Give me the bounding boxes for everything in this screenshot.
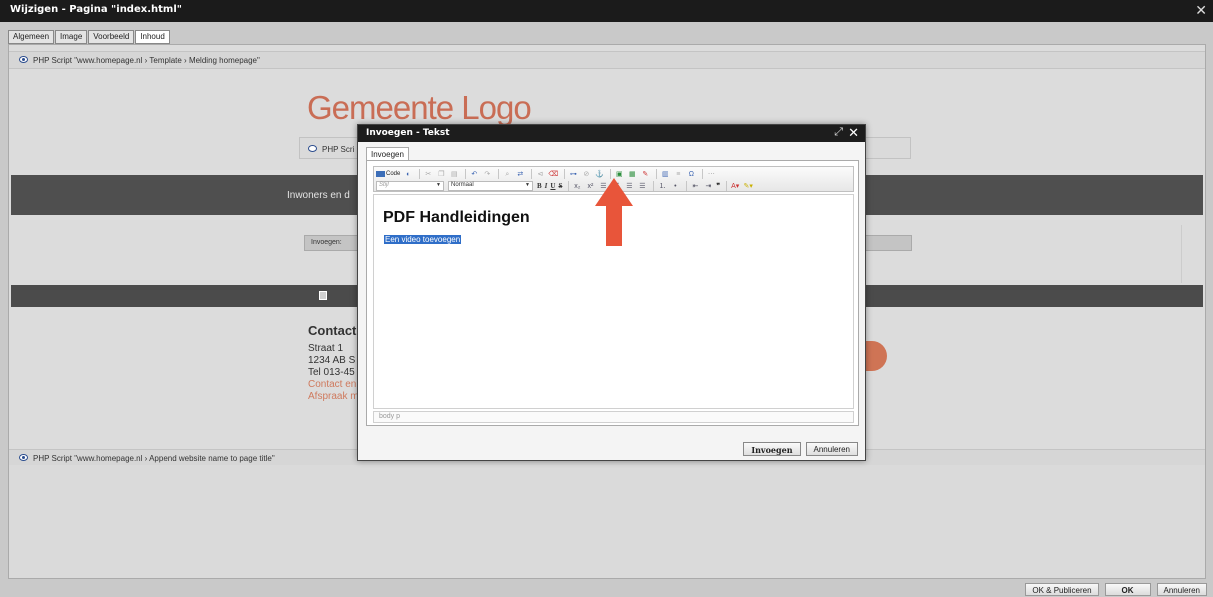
side-divider: [1181, 225, 1201, 283]
cancel-button[interactable]: Annuleren: [1156, 583, 1207, 596]
toolbar-separator: [498, 169, 500, 179]
script-bar-label: PHP Script "www.homepage.nl › Template ›…: [33, 56, 260, 65]
toolbar-separator: [726, 181, 728, 191]
horizontal-rule-icon[interactable]: ≡: [673, 170, 683, 179]
contact-block: Contact Straat 1 1234 AB S Tel 013-45 Co…: [308, 323, 359, 403]
site-logo: Gemeente Logo: [307, 89, 532, 126]
remove-format-icon[interactable]: ⌫: [548, 170, 558, 179]
contact-link[interactable]: Contact en: [308, 379, 359, 391]
modal-titlebar: Invoegen - Tekst ⤢ ✕: [358, 125, 865, 142]
main-tabs: Algemeen Image Voorbeeld Inhoud: [8, 30, 171, 44]
contact-line: Straat 1: [308, 343, 344, 354]
menu-band-text: Inwoners en d: [287, 190, 350, 201]
copy-icon[interactable]: ❐: [436, 170, 446, 179]
select-all-icon[interactable]: ⊲: [535, 170, 545, 179]
insert-text-modal: Invoegen - Tekst ⤢ ✕ Invoegen Code ◐ ✂ ❐…: [357, 124, 866, 461]
unlink-icon[interactable]: ⊘: [581, 170, 591, 179]
toolbar-separator: [465, 169, 467, 179]
eye-icon: [19, 56, 28, 63]
selected-text[interactable]: Een video toevoegen: [384, 235, 462, 244]
maximize-icon[interactable]: ⤢: [834, 126, 843, 139]
arrow-up-icon: [595, 178, 633, 246]
window-title: Wijzigen - Pagina "index.html": [10, 4, 182, 15]
bullet-list-icon[interactable]: •: [670, 182, 680, 191]
superscript-icon[interactable]: x²: [585, 182, 595, 191]
toolbar-separator: [419, 169, 421, 179]
preview-icon[interactable]: ◐: [403, 170, 413, 179]
script-bar-label: PHP Script "www.homepage.nl › Append web…: [33, 454, 275, 463]
format-select[interactable]: Normaal ▼: [448, 181, 533, 191]
php-script-label: PHP Scri: [322, 145, 355, 154]
tab-inhoud[interactable]: Inhoud: [135, 30, 170, 44]
insert-button[interactable]: Invoegen: [743, 442, 801, 456]
toolbar-separator: [531, 169, 533, 179]
format-select-value: Normaal: [451, 182, 474, 188]
dialog-buttons: OK & Publiceren OK Annuleren: [1025, 583, 1207, 596]
tab-algemeen[interactable]: Algemeen: [8, 30, 55, 44]
cut-icon[interactable]: ✂: [423, 170, 433, 179]
contact-heading: Contact: [308, 323, 357, 338]
ok-publish-button[interactable]: OK & Publiceren: [1025, 583, 1099, 596]
bold-button[interactable]: B: [537, 182, 542, 191]
text-color-icon[interactable]: A▾: [730, 182, 740, 191]
ok-button[interactable]: OK: [1104, 583, 1151, 596]
indent-icon[interactable]: ⇥: [703, 182, 713, 191]
redo-icon[interactable]: ↷: [482, 170, 492, 179]
underline-button[interactable]: U: [550, 182, 555, 191]
pdf-icon[interactable]: ✎: [640, 170, 650, 179]
blockquote-icon[interactable]: ❞: [716, 182, 720, 191]
numbered-list-icon[interactable]: ⒈: [657, 182, 667, 191]
code-label: Code: [386, 171, 401, 177]
italic-button[interactable]: I: [545, 182, 548, 191]
contact-line: Tel 013-45: [308, 367, 355, 378]
tab-voorbeeld[interactable]: Voorbeeld: [88, 30, 135, 44]
window-titlebar: Wijzigen - Pagina "index.html" ✕: [0, 0, 1213, 22]
tab-invoegen[interactable]: Invoegen: [366, 147, 409, 161]
document-icon[interactable]: [319, 291, 327, 300]
chevron-down-icon: ▼: [525, 182, 530, 188]
background-color-icon[interactable]: ✎▾: [743, 182, 753, 191]
toolbar-separator: [702, 169, 704, 179]
toolbar-row-1: Code ◐ ✂ ❐ ▤ ↶ ↷ ⌕ ⇄ ⊲ ⌫ ⊶ ⊘ ⚓ ▣ ▦ ✎ ▥ ≡…: [376, 168, 719, 180]
editor-heading[interactable]: PDF Handleidingen: [383, 209, 530, 227]
tab-image[interactable]: Image: [55, 30, 88, 44]
chevron-down-icon: ▼: [436, 182, 441, 188]
toolbar-separator: [686, 181, 688, 191]
undo-icon[interactable]: ↶: [469, 170, 479, 179]
outdent-icon[interactable]: ⇤: [690, 182, 700, 191]
toolbar-separator: [653, 181, 655, 191]
eye-icon: [308, 145, 317, 152]
empty-area: [9, 465, 1205, 578]
modal-buttons: Invoegen Annuleren: [743, 442, 858, 456]
toolbar-separator: [568, 181, 570, 191]
strike-button[interactable]: S: [558, 182, 562, 191]
style-select-value: Stijl: [379, 182, 389, 188]
insert-row-label: Invoegen:: [311, 239, 342, 246]
modal-cancel-button[interactable]: Annuleren: [805, 442, 858, 456]
eye-icon: [19, 454, 28, 461]
code-button[interactable]: Code: [376, 171, 400, 177]
window-close-icon[interactable]: ✕: [1195, 2, 1207, 19]
contact-link[interactable]: Afspraak m: [308, 391, 359, 403]
subscript-icon[interactable]: x₂: [572, 182, 582, 191]
table-icon[interactable]: ▥: [660, 170, 670, 179]
code-icon: [376, 171, 385, 177]
toolbar-separator: [564, 169, 566, 179]
replace-icon[interactable]: ⇄: [515, 170, 525, 179]
toolbar-row-2: Stijl ▼ Normaal ▼ B I U S x₂ x² ☰ ☰ ☰ ☰: [376, 180, 756, 192]
find-icon[interactable]: ⌕: [502, 170, 512, 179]
editor-statusbar: body p: [373, 411, 854, 423]
special-char-icon[interactable]: Ω: [686, 170, 696, 179]
link-icon[interactable]: ⊶: [568, 170, 578, 179]
toolbar-separator: [656, 169, 658, 179]
contact-line: 1234 AB S: [308, 355, 356, 366]
style-select[interactable]: Stijl ▼: [376, 181, 444, 191]
paste-icon[interactable]: ▤: [449, 170, 459, 179]
page-break-icon[interactable]: ⋯: [706, 170, 716, 179]
align-justify-icon[interactable]: ☰: [637, 182, 647, 191]
script-bar-template[interactable]: PHP Script "www.homepage.nl › Template ›…: [9, 51, 1205, 69]
close-icon[interactable]: ✕: [848, 125, 859, 141]
modal-title: Invoegen - Tekst: [366, 128, 450, 138]
